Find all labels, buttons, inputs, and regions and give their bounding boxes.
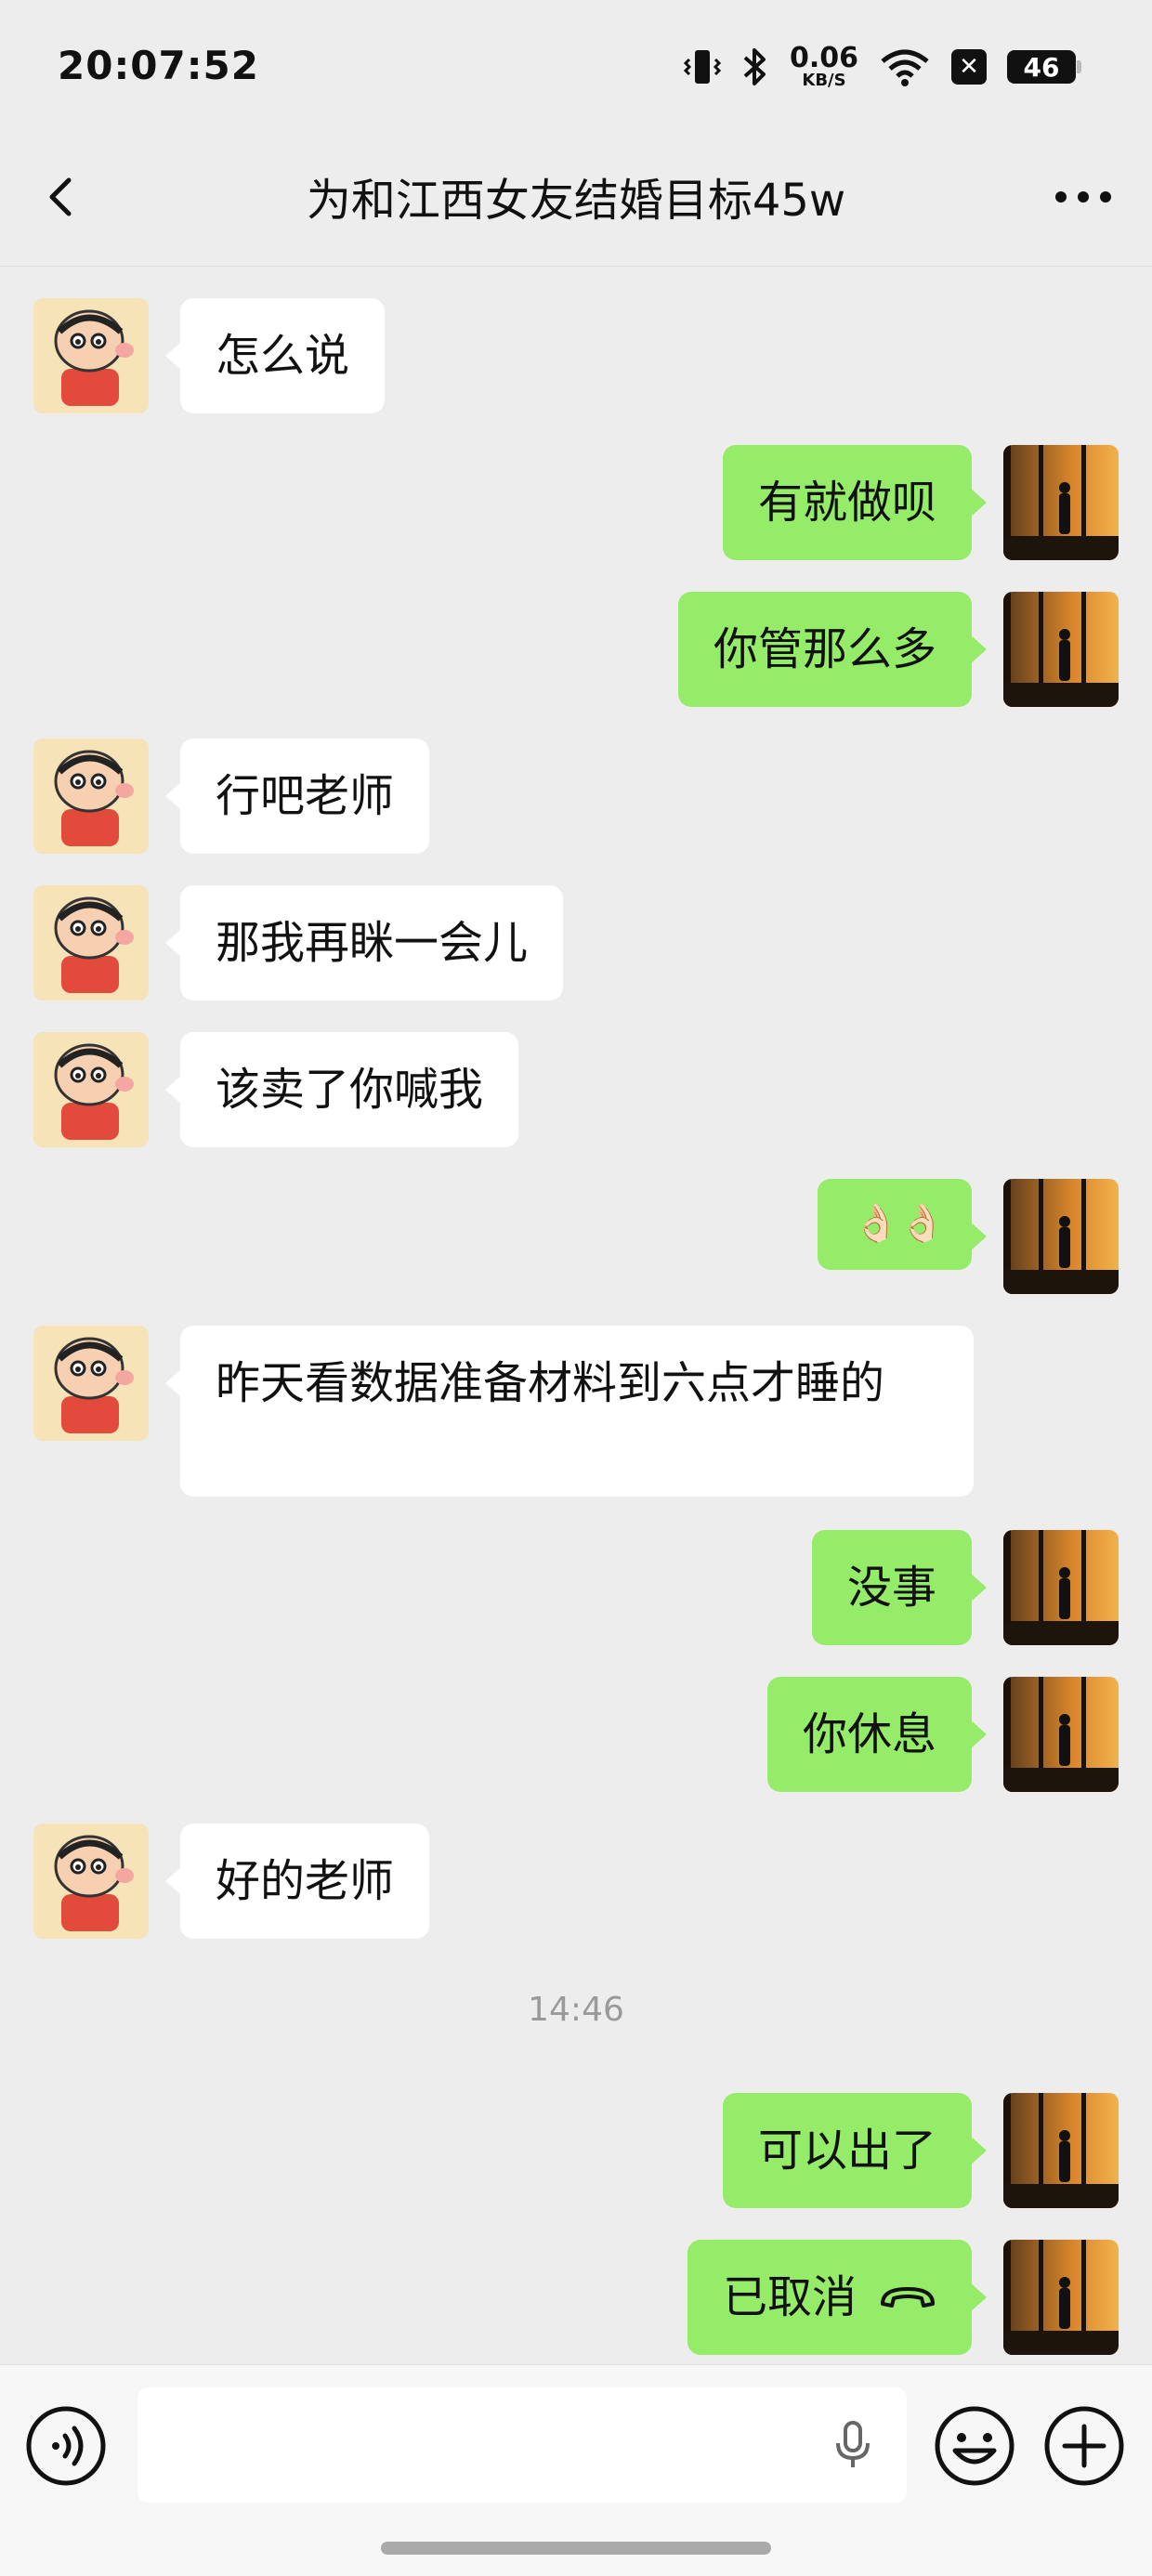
status-time: 20:07:52 [58, 43, 259, 88]
my-avatar[interactable] [1003, 2240, 1119, 2355]
hangup-icon [881, 2287, 935, 2308]
message-bubble[interactable]: 可以出了 [722, 2093, 988, 2208]
message-bubble[interactable]: 没事 [811, 1530, 988, 1645]
contact-avatar[interactable] [33, 885, 149, 1000]
contact-avatar[interactable] [33, 1032, 149, 1147]
ok-hand-emoji: 👌🏻👌🏻 [853, 1202, 946, 1245]
more-icon[interactable] [1046, 167, 1120, 227]
message-list[interactable]: 怎么说 有就做呗 你管那么多 行吧老师 那我再眯一会儿 该卖了你喊我 👌🏻👌🏻 … [0, 267, 1152, 2364]
message-bubble[interactable]: 那我再眯一会儿 [164, 885, 564, 1000]
message-bubble[interactable]: 行吧老师 [164, 739, 430, 854]
sim-status-icon: ✕ [951, 49, 987, 85]
voice-icon[interactable] [24, 2404, 108, 2488]
message-bubble[interactable]: 你休息 [766, 1677, 988, 1792]
my-avatar[interactable] [1003, 1179, 1119, 1294]
my-avatar[interactable] [1003, 2093, 1119, 2208]
call-status-text: 已取消 [722, 2271, 857, 2323]
chat-header: 为和江西女友结婚目标45w [0, 130, 1152, 267]
home-indicator[interactable] [381, 2542, 771, 2555]
status-icons: 0.06 KB/S ✕ 46 [683, 41, 1081, 93]
message-bubble[interactable]: 有就做呗 [722, 445, 988, 560]
my-avatar[interactable] [1003, 1530, 1119, 1645]
network-speed: 0.06 KB/S [789, 42, 858, 90]
emoji-icon[interactable] [933, 2404, 1016, 2488]
bluetooth-icon [743, 48, 766, 85]
message-bubble[interactable]: 你管那么多 [677, 592, 988, 707]
message-bubble[interactable]: 好的老师 [164, 1824, 430, 1939]
message-timestamp: 14:46 [528, 1991, 624, 2029]
input-bar [0, 2364, 1152, 2576]
my-avatar[interactable] [1003, 445, 1119, 560]
message-bubble[interactable]: 昨天看数据准备材料到六点才睡的 [165, 1326, 974, 1497]
message-bubble[interactable]: 👌🏻👌🏻 [818, 1179, 987, 1270]
chat-title: 为和江西女友结婚目标45w [306, 175, 846, 227]
vibrate-icon [683, 50, 721, 84]
mic-icon[interactable] [825, 2417, 881, 2473]
contact-avatar[interactable] [33, 1326, 149, 1441]
message-input[interactable] [137, 2387, 907, 2503]
contact-avatar[interactable] [33, 298, 149, 413]
contact-avatar[interactable] [33, 739, 149, 854]
battery-icon: 46 [1007, 50, 1081, 84]
status-bar: 20:07:52 0.06 KB/S ✕ 46 [0, 0, 1152, 130]
my-avatar[interactable] [1003, 592, 1119, 707]
call-record-bubble[interactable]: 已取消 [687, 2240, 988, 2355]
wifi-icon [881, 49, 929, 86]
message-bubble[interactable]: 怎么说 [164, 298, 386, 413]
message-bubble[interactable]: 该卖了你喊我 [164, 1032, 519, 1147]
contact-avatar[interactable] [33, 1824, 149, 1939]
add-icon[interactable] [1042, 2404, 1126, 2488]
my-avatar[interactable] [1003, 1677, 1119, 1792]
